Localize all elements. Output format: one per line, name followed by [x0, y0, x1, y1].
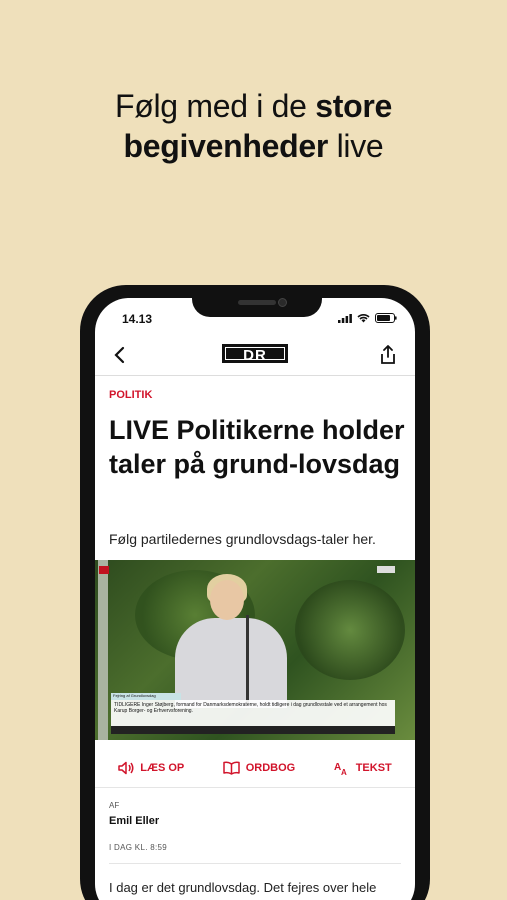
- channel-logo-icon: [99, 566, 109, 574]
- video-foliage: [295, 580, 405, 680]
- phone-speaker: [238, 300, 276, 305]
- text-size-icon: AA: [334, 762, 347, 775]
- promo-line2-post: live: [328, 128, 384, 164]
- dictionary-button[interactable]: ORDBOG: [222, 760, 296, 775]
- dr-logo: DR: [222, 344, 288, 364]
- dictionary-label: ORDBOG: [245, 761, 296, 774]
- share-icon[interactable]: [379, 345, 397, 365]
- status-icons: [338, 313, 397, 323]
- live-badge: [377, 566, 395, 573]
- live-video-player[interactable]: Fejring af Grundlovsdag TIDLIGERE Inger …: [95, 560, 415, 740]
- author-name[interactable]: Emil Eller: [109, 815, 159, 827]
- text-size-label: TEKST: [355, 761, 392, 774]
- video-pole: [98, 560, 108, 740]
- back-arrow-icon[interactable]: [113, 346, 125, 364]
- article-body: I dag er det grundlovsdag. Det fejres ov…: [109, 880, 377, 895]
- read-aloud-button[interactable]: LÆS OP: [118, 761, 184, 775]
- article-subtitle: Følg partiledernes grundlovsdags-taler h…: [109, 531, 376, 547]
- video-tag: Fejring af Grundlovsdag: [111, 693, 181, 700]
- status-time: 14.13: [122, 312, 153, 326]
- wifi-icon: [357, 314, 370, 323]
- publish-date: I DAG KL. 8:59: [109, 843, 168, 852]
- speaker-icon: [118, 761, 134, 774]
- svg-text:A: A: [341, 768, 347, 775]
- divider: [109, 863, 401, 864]
- phone-screen: 14.13 DR POLITIK LIVE Politikerne holder…: [95, 298, 415, 900]
- promo-line1-bold: store: [315, 88, 393, 124]
- microphone-stand: [246, 615, 249, 705]
- promo-line2-bold: begivenheder: [123, 128, 329, 164]
- battery-icon: [375, 313, 397, 323]
- author-label: AF: [109, 801, 120, 810]
- article-actions: LÆS OP ORDBOG AA TEKST: [95, 748, 415, 788]
- phone-camera: [278, 298, 287, 307]
- read-aloud-label: LÆS OP: [140, 761, 185, 774]
- text-size-button[interactable]: AA TEKST: [334, 761, 392, 775]
- article-category[interactable]: POLITIK: [109, 389, 152, 401]
- promo-line1-pre: Følg med i de: [114, 88, 316, 124]
- navbar: DR: [95, 336, 415, 376]
- promo-headline: Følg med i de store begivenheder live: [0, 86, 507, 166]
- article-title: LIVE Politikerne holder taler på grund-l…: [109, 415, 405, 479]
- video-speaker-body: [175, 618, 287, 708]
- video-speaker-head: [210, 580, 244, 620]
- book-icon: [222, 760, 240, 775]
- signal-icon: [338, 313, 352, 323]
- news-ticker: [111, 726, 395, 734]
